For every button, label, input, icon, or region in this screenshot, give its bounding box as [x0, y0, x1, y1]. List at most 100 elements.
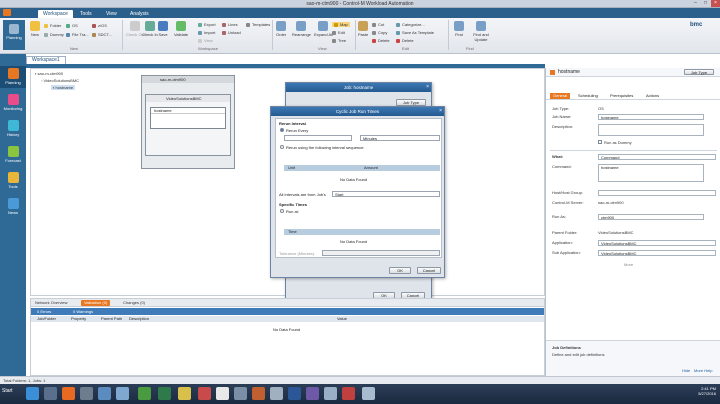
tab-workspace[interactable]: Workspace: [38, 10, 73, 18]
unload-button[interactable]: Unload: [222, 30, 241, 35]
start-button[interactable]: Start: [2, 388, 13, 394]
import-button[interactable]: Import: [198, 30, 215, 35]
pdf-icon[interactable]: [198, 387, 211, 400]
server-box[interactable]: sao-m-ctm900 VideoSolutionsBMC hostname: [141, 75, 235, 169]
tab-scheduling[interactable]: Scheduling: [578, 93, 598, 99]
more-help-link[interactable]: More Help: [694, 368, 712, 373]
job-dialog-close-icon[interactable]: ×: [426, 84, 429, 90]
rerun-unit-select[interactable]: Minutes: [360, 135, 440, 141]
rearrange-button[interactable]: Rearrange: [292, 21, 311, 37]
tree-job[interactable]: ▪ hostname: [51, 85, 76, 90]
host-select[interactable]: [598, 190, 716, 196]
app-icon[interactable]: [80, 387, 93, 400]
outlook-icon[interactable]: [26, 387, 39, 400]
new-button[interactable]: New: [30, 21, 40, 37]
export-button[interactable]: Export: [198, 22, 216, 27]
control-m-icon[interactable]: [138, 387, 151, 400]
tab-general[interactable]: General: [550, 93, 571, 99]
delete-template-button[interactable]: Delete: [396, 38, 414, 43]
find-button[interactable]: Find: [454, 21, 464, 37]
tab-tools[interactable]: Tools: [80, 10, 92, 18]
paste-button[interactable]: Paste: [358, 21, 368, 37]
app5-icon[interactable]: [270, 387, 283, 400]
tab-validation[interactable]: Validation (0): [81, 300, 111, 306]
nav-news[interactable]: News: [0, 196, 26, 218]
hide-help-link[interactable]: Hide: [682, 368, 690, 373]
app-menu-icon[interactable]: [3, 9, 11, 16]
templates-button[interactable]: Templates: [246, 22, 270, 27]
job-dialog-type-button[interactable]: Job Type: [396, 99, 426, 106]
find-update-button[interactable]: Find and Update: [470, 21, 492, 42]
minimize-icon[interactable]: –: [691, 0, 700, 7]
sdct-button[interactable]: SDCT...: [92, 32, 112, 37]
view-button[interactable]: View: [198, 38, 213, 43]
run-at-radio[interactable]: [280, 209, 284, 213]
firefox-icon[interactable]: [62, 387, 75, 400]
check-in-button[interactable]: Check In: [142, 21, 158, 37]
categorize-button[interactable]: Categorize...: [396, 22, 425, 27]
cyclic-cancel-button[interactable]: Cancel: [417, 267, 441, 274]
save-button[interactable]: Save: [158, 21, 168, 37]
zos-button[interactable]: z/OS: [92, 23, 107, 28]
save-as-template-button[interactable]: Save As Template: [396, 30, 434, 35]
tab-workspace1[interactable]: Workspace1: [26, 56, 66, 64]
maximize-icon[interactable]: □: [701, 0, 710, 7]
application-select[interactable]: VideoSolutionsBMC: [598, 240, 716, 246]
job-box[interactable]: hostname: [150, 107, 226, 129]
errors-filter[interactable]: 0 Errors: [37, 308, 51, 315]
app7-icon[interactable]: [342, 387, 355, 400]
nav-history[interactable]: History: [0, 118, 26, 140]
sub-application-select[interactable]: VideoSolutionsBMC: [598, 250, 716, 256]
app3-icon[interactable]: [234, 387, 247, 400]
edit-view-button[interactable]: Edit: [332, 30, 345, 35]
terminal-icon[interactable]: [98, 387, 111, 400]
run-as-input[interactable]: ctm900: [598, 214, 704, 220]
job-type-button[interactable]: Job Type: [684, 69, 714, 75]
excel-icon[interactable]: [158, 387, 171, 400]
os-button[interactable]: OS: [66, 23, 78, 28]
map-button[interactable]: Map: [332, 22, 350, 27]
cyclic-ok-button[interactable]: OK: [389, 267, 411, 274]
copy-button[interactable]: Copy: [372, 30, 387, 35]
file-transfer-button[interactable]: File Tra...: [66, 32, 89, 37]
tab-prerequisites[interactable]: Prerequisites: [610, 93, 633, 99]
explorer-icon[interactable]: [44, 387, 57, 400]
lines-button[interactable]: Lines: [222, 22, 238, 27]
nav-monitoring[interactable]: Monitoring: [0, 92, 26, 114]
planning-button[interactable]: Planning: [3, 20, 25, 50]
app2-icon[interactable]: [116, 387, 129, 400]
tab-changes[interactable]: Changes (0): [123, 300, 145, 306]
folder-icon[interactable]: [178, 387, 191, 400]
rerun-every-input[interactable]: [284, 135, 352, 141]
dummy-checkbox[interactable]: [598, 140, 602, 144]
rerun-every-radio[interactable]: [280, 128, 284, 132]
close-icon[interactable]: ×: [711, 0, 720, 7]
validate-button[interactable]: Validate: [174, 21, 188, 37]
command-input[interactable]: hostname: [598, 164, 704, 182]
cyclic-dialog-close-icon[interactable]: ×: [439, 108, 442, 114]
app4-icon[interactable]: [252, 387, 265, 400]
tolerance-input[interactable]: [322, 250, 440, 256]
tab-analysis[interactable]: Analysis: [130, 10, 149, 18]
what-select[interactable]: Command: [598, 154, 716, 160]
delete-button[interactable]: Delete: [372, 38, 390, 43]
app8-icon[interactable]: [362, 387, 375, 400]
nav-planning[interactable]: Planning: [0, 66, 26, 88]
warnings-filter[interactable]: 0 Warnings: [73, 308, 93, 315]
tree-button[interactable]: Tree: [332, 38, 346, 43]
folder-button[interactable]: Folder: [44, 23, 61, 28]
word-icon[interactable]: [288, 387, 301, 400]
job-name-input[interactable]: hostname: [598, 114, 704, 120]
cut-button[interactable]: Cut: [372, 22, 384, 27]
tab-view[interactable]: View: [106, 10, 117, 18]
rerun-sequence-radio[interactable]: [280, 145, 284, 149]
folder-box[interactable]: VideoSolutionsBMC hostname: [145, 94, 231, 156]
tree-server[interactable]: ▪ sao-m-ctm900: [35, 71, 63, 76]
order-button[interactable]: Order: [276, 21, 286, 37]
more-toggle[interactable]: More: [624, 262, 633, 267]
expand-all-button[interactable]: Expand All: [314, 21, 333, 37]
description-input[interactable]: [598, 124, 704, 136]
app6-icon[interactable]: [324, 387, 337, 400]
intervals-from-select[interactable]: Start: [332, 191, 440, 197]
onenote-icon[interactable]: [306, 387, 319, 400]
